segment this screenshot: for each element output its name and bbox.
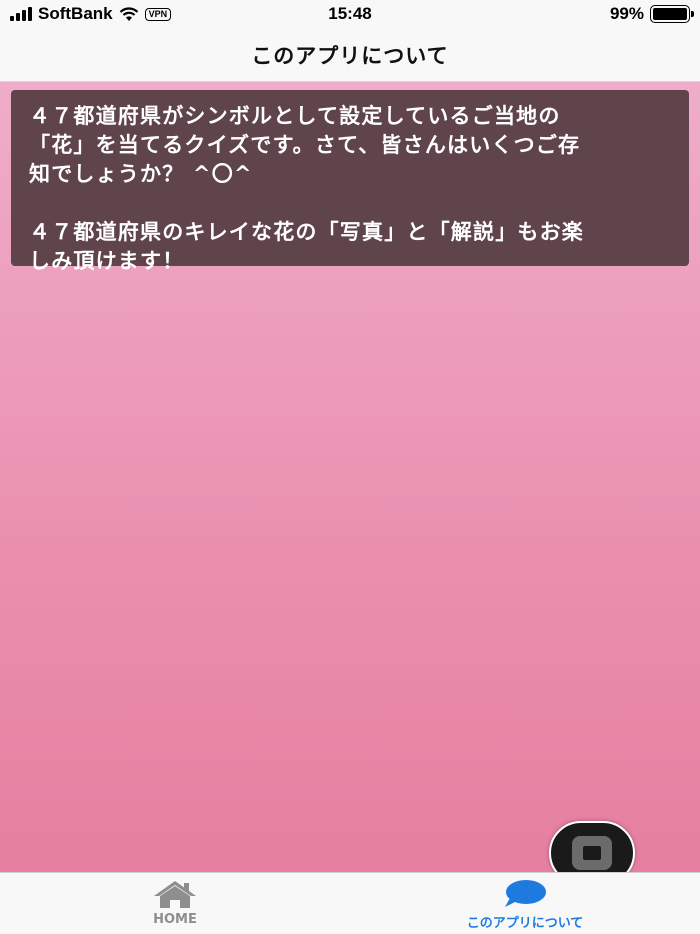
- chat-bubble-icon: [505, 880, 546, 907]
- stop-icon: [572, 836, 612, 870]
- navigation-bar: このアプリについて: [0, 28, 700, 82]
- tab-bar: HOME このアプリについて: [0, 872, 700, 934]
- main-content: ４７都道府県がシンボルとして設定しているご当地の 「花」を当てるクイズです。さて…: [0, 82, 700, 872]
- tab-home-label: HOME: [153, 912, 197, 927]
- battery-percent: 99%: [609, 4, 644, 23]
- status-bar: SoftBank VPN 15:48 99%: [0, 0, 700, 28]
- app-description-card: ４７都道府県がシンボルとして設定しているご当地の 「花」を当てるクイズです。さて…: [11, 90, 689, 273]
- description-paragraph-2: ４７都道府県のキレイな花の「写真」と「解説」もお楽 しみ頂けます！: [29, 220, 584, 273]
- tab-about-label: このアプリについて: [466, 916, 584, 931]
- status-right: 99%: [609, 4, 694, 24]
- status-time: 15:48: [328, 4, 372, 23]
- description-paragraph-1: ４７都道府県がシンボルとして設定しているご当地の 「花」を当てるクイズです。さて…: [29, 104, 581, 186]
- battery-icon: [650, 5, 694, 23]
- battery-level-fill: [653, 8, 687, 20]
- tab-about[interactable]: このアプリについて: [350, 873, 700, 934]
- home-icon: [154, 881, 196, 908]
- page-title: このアプリについて: [251, 43, 449, 68]
- tab-home[interactable]: HOME: [0, 873, 350, 934]
